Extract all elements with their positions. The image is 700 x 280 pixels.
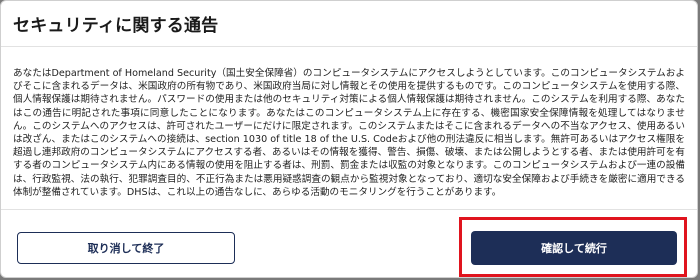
dialog-footer: 取り消して終了 確認して続行 — [1, 209, 697, 277]
confirm-continue-button[interactable]: 確認して続行 — [471, 231, 677, 265]
dialog-header: セキュリティに関する通告 — [1, 1, 697, 47]
dialog-title: セキュリティに関する通告 — [13, 16, 219, 36]
security-notice-dialog: セキュリティに関する通告 あなたはDepartment of Homeland … — [0, 0, 698, 278]
cancel-exit-button[interactable]: 取り消して終了 — [17, 232, 235, 264]
notice-body-text: あなたはDepartment of Homeland Security（国土安全… — [13, 68, 685, 198]
